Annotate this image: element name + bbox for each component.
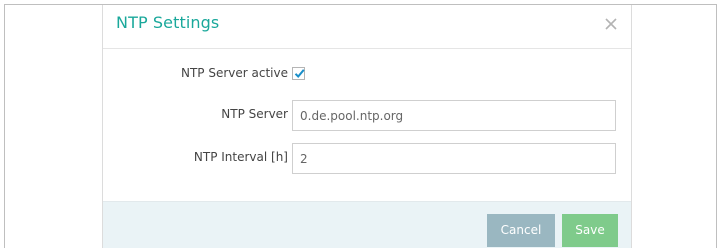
- cancel-button[interactable]: Cancel: [487, 214, 555, 247]
- dialog-header: NTP Settings: [103, 5, 631, 49]
- checkmark-icon: [294, 69, 305, 78]
- save-button[interactable]: Save: [562, 214, 618, 247]
- ntp-interval-label: NTP Interval [h]: [193, 150, 288, 164]
- close-button[interactable]: [601, 14, 621, 34]
- ntp-server-label: NTP Server: [221, 107, 288, 121]
- ntp-interval-input[interactable]: [292, 143, 616, 174]
- ntp-active-checkbox[interactable]: [292, 67, 305, 80]
- ntp-server-input[interactable]: [292, 100, 616, 131]
- dialog-backdrop: NTP Settings NTP Server active NTP Serve…: [4, 4, 717, 248]
- ntp-server-row: NTP Server: [103, 100, 631, 131]
- dialog-footer: Cancel Save: [103, 201, 631, 248]
- close-icon: [605, 18, 617, 30]
- ntp-interval-row: NTP Interval [h]: [103, 143, 631, 174]
- ntp-active-row: NTP Server active: [103, 66, 631, 82]
- ntp-active-label: NTP Server active: [181, 66, 288, 80]
- dialog-title: NTP Settings: [116, 13, 220, 32]
- ntp-settings-dialog: NTP Settings NTP Server active NTP Serve…: [102, 5, 632, 248]
